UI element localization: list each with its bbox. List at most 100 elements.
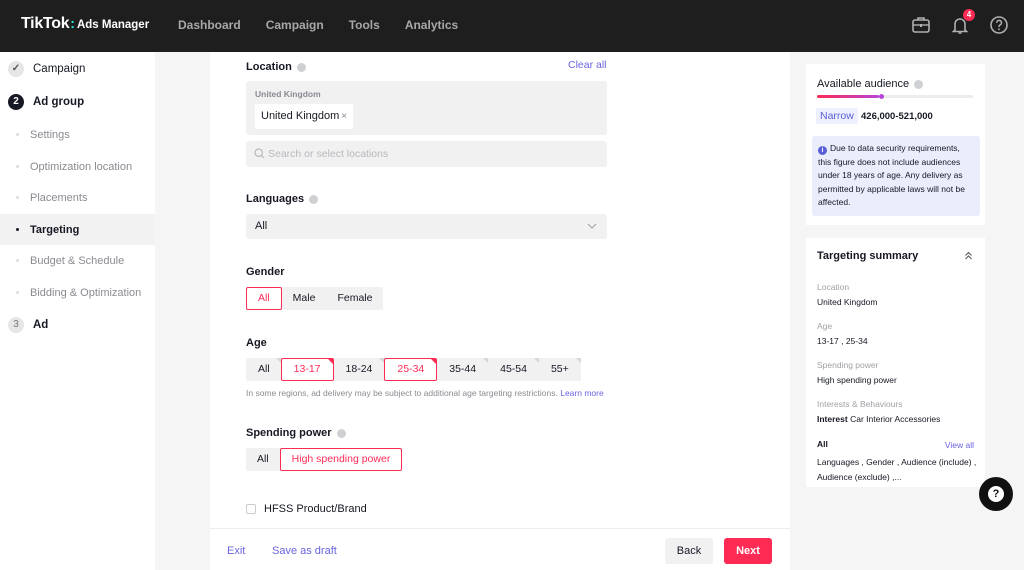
age-label: Age: [246, 337, 267, 349]
logo-brand: TikTok: [21, 15, 70, 32]
sidebar-item-placements[interactable]: Placements: [0, 182, 155, 213]
summary-age-value: 13-17 , 25-34: [817, 336, 868, 346]
nav-dashboard[interactable]: Dashboard: [178, 18, 241, 32]
age-option-all[interactable]: All: [246, 358, 281, 381]
summary-interests-value: Interest Car Interior Accessories: [817, 414, 940, 424]
age-note-text: In some regions, ad delivery may be subj…: [246, 388, 558, 398]
bullet-icon: [16, 196, 19, 199]
info-icon[interactable]: [296, 62, 306, 72]
summary-interests-type: Interest: [817, 414, 848, 424]
sidebar-item-bidding-optimization[interactable]: Bidding & Optimization: [0, 277, 155, 308]
hfss-checkbox-row[interactable]: HFSS Product/Brand: [246, 503, 367, 515]
available-audience-card: Available audience Narrow 426,000-521,00…: [806, 64, 985, 225]
age-option-18-24[interactable]: 18-24: [334, 358, 385, 381]
sidebar-item-label: Optimization location: [30, 160, 133, 173]
corner-marker: [431, 359, 437, 364]
gender-option-male[interactable]: Male: [282, 287, 327, 310]
age-restriction-note: In some regions, ad delivery may be subj…: [246, 388, 604, 398]
tiktok-ads-manager-logo[interactable]: TikTok : Ads Manager: [21, 15, 149, 33]
nav-campaign[interactable]: Campaign: [266, 18, 324, 32]
bullet-icon: [16, 259, 19, 262]
view-all-link[interactable]: View all: [945, 440, 974, 450]
available-audience-title: Available audience: [817, 78, 924, 90]
back-button[interactable]: Back: [665, 538, 713, 564]
gender-option-all[interactable]: All: [246, 287, 282, 310]
gender-option-female[interactable]: Female: [326, 287, 383, 310]
sidebar-item-label: Targeting: [30, 223, 80, 236]
age-option-25-34[interactable]: 25-34: [384, 358, 438, 381]
location-label-text: Location: [246, 61, 292, 73]
help-chat-button[interactable]: ?: [979, 477, 1013, 511]
sidebar-item-optimization-location[interactable]: Optimization location: [0, 151, 155, 182]
sidebar-item-settings[interactable]: Settings: [0, 119, 155, 150]
age-option-label: 25-34: [397, 363, 425, 375]
info-icon[interactable]: [914, 79, 924, 89]
bullet-icon: [16, 228, 19, 231]
targeting-summary-title: Targeting summary: [817, 250, 919, 262]
chevron-down-icon: [587, 223, 597, 229]
location-chip: United Kingdom ×: [255, 104, 354, 129]
info-icon[interactable]: [336, 428, 346, 438]
age-option-45-54[interactable]: 45-54: [488, 358, 539, 381]
location-chip-label: United Kingdom: [261, 110, 340, 122]
briefcase-icon[interactable]: [910, 14, 932, 36]
audience-info-notice: i Due to data security requirements, this…: [812, 136, 980, 216]
age-option-label: 13-17: [293, 363, 321, 375]
learn-more-link[interactable]: Learn more: [560, 388, 603, 398]
check-icon: ✓: [8, 61, 24, 77]
info-circle-icon: i: [818, 146, 827, 155]
step-label: Campaign: [33, 63, 86, 75]
sidebar-item-label: Settings: [30, 128, 70, 141]
age-option-35-44[interactable]: 35-44: [437, 358, 489, 381]
logo-separator: :: [70, 15, 75, 31]
summary-all-value: Languages , Gender , Audience (include) …: [817, 457, 977, 482]
available-audience-title-text: Available audience: [817, 78, 910, 90]
age-option-13-17[interactable]: 13-17: [280, 358, 334, 381]
spending-option-high[interactable]: High spending power: [279, 448, 403, 471]
hfss-checkbox[interactable]: [246, 504, 256, 514]
audience-info-text: Due to data security requirements, this …: [818, 143, 965, 207]
bullet-icon: [16, 165, 19, 168]
summary-location-value: United Kingdom: [817, 297, 878, 307]
spending-power-label-text: Spending power: [246, 427, 332, 439]
nav-tools[interactable]: Tools: [349, 18, 380, 32]
info-icon[interactable]: [309, 194, 319, 204]
remove-icon[interactable]: ×: [341, 111, 347, 122]
age-label-text: Age: [246, 337, 267, 349]
summary-interests-key: Interests & Behaviours: [817, 399, 903, 409]
age-option-label: 55+: [550, 363, 569, 375]
sidebar-item-targeting[interactable]: Targeting: [0, 214, 155, 245]
step-campaign[interactable]: ✓ Campaign: [8, 61, 85, 77]
bell-icon[interactable]: 4: [949, 9, 975, 36]
audience-size-meter: [817, 94, 973, 99]
nav-analytics[interactable]: Analytics: [405, 18, 458, 32]
next-button[interactable]: Next: [724, 538, 772, 564]
bullet-icon: [16, 133, 19, 136]
sidebar-item-budget-schedule[interactable]: Budget & Schedule: [0, 245, 155, 276]
top-navigation-bar: TikTok : Ads Manager Dashboard Campaign …: [0, 0, 1024, 52]
age-option-label: 35-44: [449, 363, 477, 375]
age-option-55-plus[interactable]: 55+: [539, 358, 581, 381]
age-selector: All 13-17 18-24 25-34 35-44 45-54 55+: [246, 358, 581, 381]
sidebar-item-label: Bidding & Optimization: [30, 286, 142, 299]
audience-size-meter-knob: [879, 94, 885, 99]
summary-spending-key: Spending power: [817, 360, 879, 370]
spending-option-all[interactable]: All: [246, 448, 280, 471]
help-icon[interactable]: [988, 14, 1010, 36]
languages-select[interactable]: All: [246, 214, 607, 239]
exit-link[interactable]: Exit: [227, 545, 245, 557]
search-icon: [254, 148, 265, 159]
targeting-summary-card: Targeting summary Location United Kingdo…: [806, 238, 985, 487]
summary-spending-value: High spending power: [817, 375, 897, 385]
search-placeholder: Search or select locations: [268, 148, 389, 160]
location-search-input[interactable]: Search or select locations: [246, 141, 607, 167]
bullet-icon: [16, 291, 19, 294]
languages-label-text: Languages: [246, 193, 305, 205]
collapse-icon[interactable]: [964, 251, 973, 260]
corner-marker: [275, 358, 281, 363]
clear-all-link[interactable]: Clear all: [568, 59, 607, 71]
save-as-draft-link[interactable]: Save as draft: [272, 545, 337, 557]
step-ad-group[interactable]: 2 Ad group: [8, 94, 84, 110]
age-option-label: 18-24: [345, 363, 373, 375]
step-ad[interactable]: 3 Ad: [8, 317, 48, 333]
